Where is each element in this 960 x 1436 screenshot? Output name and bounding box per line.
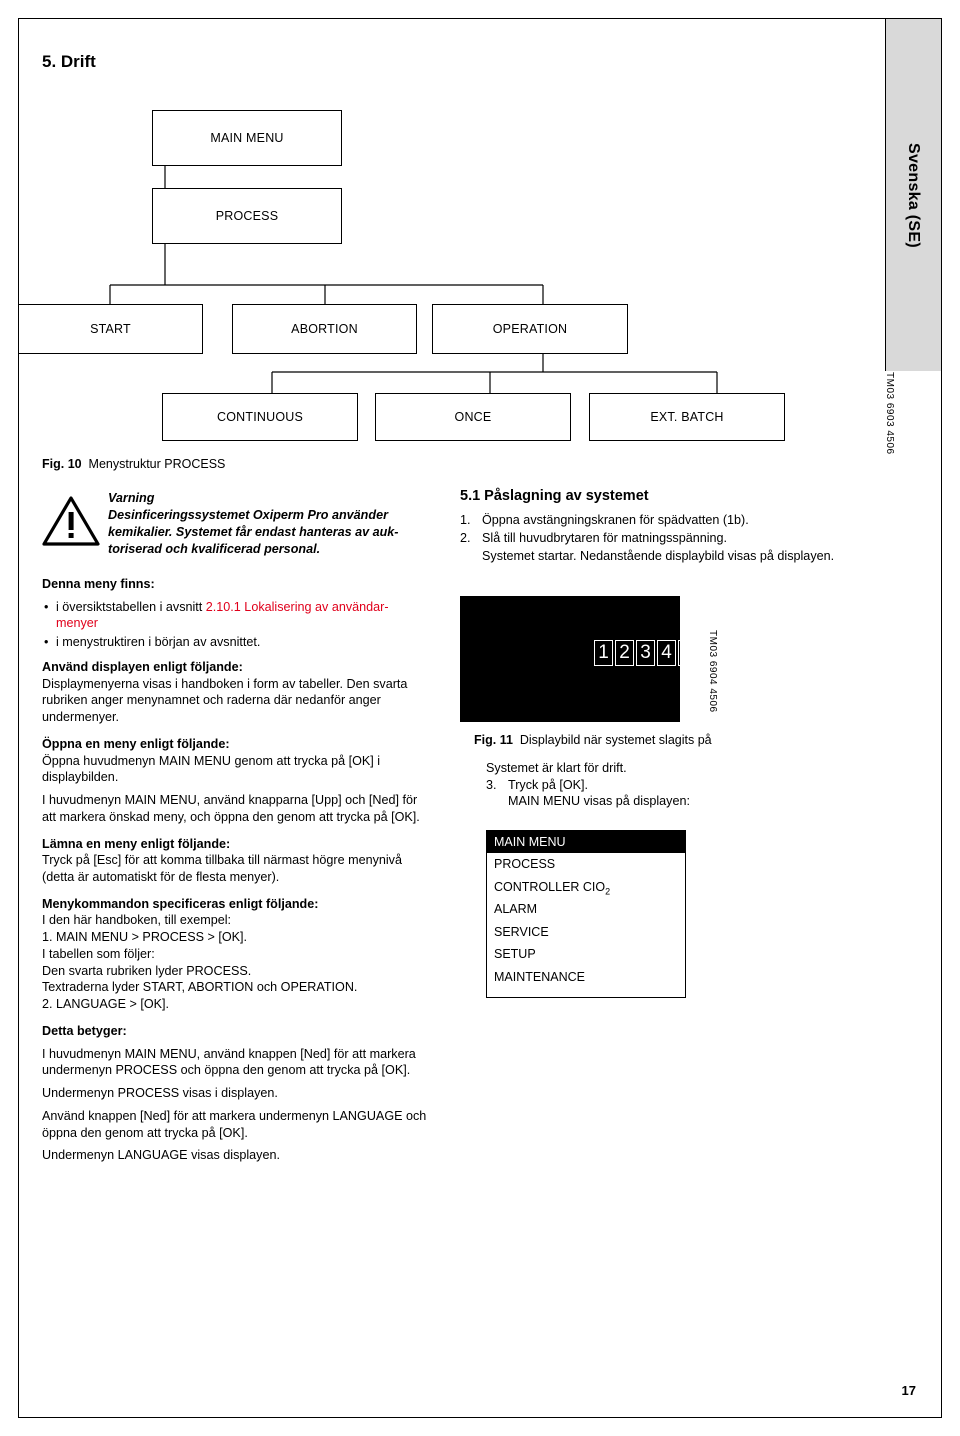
display-digit: 2 (615, 640, 634, 666)
diagram-tm-code: TM03 6903 4506 (884, 372, 895, 455)
ready-block: Systemet är klart för drift. 3. Tryck på… (486, 760, 886, 810)
this-means-text-2: Undermenyn PROCESS visas i displayen. (42, 1086, 278, 1101)
open-menu-text-1: Öppna huvudmenyn MAIN MENU genom att try… (42, 753, 381, 785)
main-menu-shown-text: MAIN MENU visas på displayen: (508, 794, 690, 809)
diagram-node-continuous: CONTINUOUS (162, 393, 358, 441)
menu-commands-intro: I den här handboken, till exempel: (42, 913, 232, 928)
diagram-node-abortion: ABORTION (232, 304, 417, 354)
bullet-1-reference: 2.10.1 Lokalisering av användar- (205, 599, 389, 614)
step-number: 1. (460, 513, 471, 528)
bullet-1-reference-cont: menyer (56, 616, 98, 631)
warning-block: Varning Desinficeringssystemet Oxiperm P… (42, 490, 432, 570)
step-number: 2. (460, 531, 471, 546)
list-item: 2. Slå till huvudbrytaren för matningsspä… (460, 530, 880, 547)
warning-line-3: kemikalier. Systemet får endast hanteras… (108, 525, 399, 539)
diagram-node-main-menu: MAIN MENU (152, 110, 342, 166)
menu-exists-heading: Denna meny finns: (42, 577, 155, 591)
step-number: 3. (486, 777, 497, 792)
figure-11-number: Fig. 11 (474, 733, 513, 747)
main-menu-item-controller: CONTROLLER CIO2 (487, 876, 685, 899)
menu-location-bullets: i översiktstabellen i avsnitt 2.10.1 Lok… (42, 599, 432, 651)
diagram-node-ext-batch: EXT. BATCH (589, 393, 785, 441)
bullet-1-pre: i översiktstabellen i avsnitt (56, 599, 206, 614)
diagram-node-abortion-label: ABORTION (291, 322, 358, 336)
this-means-text-4: Undermenyn LANGUAGE visas displayen. (42, 1148, 280, 1163)
list-item: i översiktstabellen i avsnitt 2.10.1 Lok… (42, 599, 432, 632)
diagram-node-once-label: ONCE (454, 410, 492, 424)
diagram-node-main-menu-label: MAIN MENU (210, 131, 284, 145)
figure-10-text: Menystruktur PROCESS (88, 457, 226, 471)
diagram-node-ext-batch-label: EXT. BATCH (650, 410, 724, 424)
table-follows-text: I tabellen som följer: (42, 946, 155, 961)
diagram-node-operation: OPERATION (432, 304, 628, 354)
display-digit-group: 1 2 3 4 5 (594, 640, 697, 666)
warning-title: Varning (108, 491, 155, 505)
black-heading-text: Den svarta rubriken lyder PROCESS. (42, 963, 252, 978)
display-digit: 1 (594, 640, 613, 666)
diagram-node-process-label: PROCESS (215, 209, 279, 223)
right-text-column: 5.1 Påslagning av systemet 1. Öppna avstä… (460, 487, 880, 564)
diagram-node-start: START (18, 304, 203, 354)
use-display-heading: Använd displayen enligt följande: (42, 659, 243, 674)
left-text-column: Varning Desinficeringssystemet Oxiperm P… (42, 490, 432, 1164)
page-number: 17 (901, 1383, 916, 1398)
display-digit: 3 (636, 640, 655, 666)
display-digit: 5 (678, 640, 697, 666)
diagram-node-process: PROCESS (152, 188, 342, 244)
this-means-heading: Detta betyger: (42, 1023, 127, 1038)
leave-menu-text: Tryck på [Esc] för att komma tillbaka ti… (42, 853, 402, 885)
diagram-node-continuous-label: CONTINUOUS (216, 410, 304, 424)
main-menu-item-service: SERVICE (494, 924, 549, 939)
step-text: Tryck på [OK]. (508, 777, 589, 792)
figure-11-caption: Fig. 11 Displaybild när systemet slagits… (474, 733, 712, 747)
diagram-node-start-label: START (90, 322, 131, 336)
section-5-1-heading: 5.1 Påslagning av systemet (460, 488, 649, 504)
open-menu-text-2: I huvudmenyn MAIN MENU, använd knapparna… (42, 793, 420, 824)
figure-10-caption: Fig. 10 Menystruktur PROCESS (42, 457, 225, 471)
list-item: 1. Öppna avstängningskranen för spädvatte… (460, 512, 880, 529)
menu-command-example-2: 2. LANGUAGE > [OK]. (42, 997, 170, 1012)
this-means-text-3: Använd knappen [Ned] för att markera und… (42, 1108, 427, 1140)
warning-triangle-icon (42, 496, 100, 546)
main-menu-item-process: PROCESS (494, 857, 556, 871)
main-menu-item-alarm: ALARM (494, 902, 538, 916)
diagram-node-operation-label: OPERATION (492, 322, 568, 336)
leave-menu-heading: Lämna en meny enligt följande: (42, 836, 231, 851)
startup-steps: 1. Öppna avstängningskranen för spädvatte… (460, 512, 880, 546)
this-means-text-1: I huvudmenyn MAIN MENU, använd knappen [… (42, 1046, 416, 1078)
figure-10-number: Fig. 10 (42, 457, 82, 471)
display-digit: 4 (657, 640, 676, 666)
list-item: i menystruktiren i början av avsnittet. (42, 634, 432, 651)
step-text: Öppna avstängningskranen för spädvatten … (482, 513, 749, 528)
after-steps-text: Systemet startar. Nedanstående displaybi… (482, 548, 835, 563)
warning-line-4: toriserad och kvalificerad personal. (108, 542, 321, 556)
use-display-text: Displaymenyerna visas i handboken i form… (42, 676, 408, 725)
step-text: Slå till huvudbrytaren för matningsspänn… (482, 531, 728, 546)
main-menu-item-maintenance: MAINTENANCE (494, 969, 585, 984)
main-menu-item-setup: SETUP (494, 947, 536, 961)
main-menu-item-controller-subscript: 2 (605, 886, 611, 896)
ready-text: Systemet är klart för drift. (486, 761, 627, 775)
step-3-row: 3. Tryck på [OK]. (486, 777, 886, 794)
warning-text: Varning Desinficeringssystemet Oxiperm P… (108, 490, 432, 558)
menu-commands-heading: Menykommandon specificeras enligt följan… (42, 896, 319, 911)
main-menu-item-controller-label: CONTROLLER CIO (494, 879, 606, 894)
figure-11-tm-code: TM03 6904 4506 (707, 630, 718, 713)
main-menu-display-header: MAIN MENU (487, 831, 685, 853)
page: Svenska (SE) 5. Drift MAIN MENU PROCESS (0, 0, 960, 1436)
diagram-node-once: ONCE (375, 393, 571, 441)
warning-line-2: Desinficeringssystemet Oxiperm Pro använ… (108, 508, 388, 522)
text-rows-text: Textraderna lyder START, ABORTION och OP… (42, 980, 358, 995)
open-menu-heading: Öppna en meny enligt följande: (42, 736, 230, 751)
menu-command-example-1: 1. MAIN MENU > PROCESS > [OK]. (42, 930, 248, 945)
menu-structure-diagram: MAIN MENU PROCESS START ABORTION OPERATI… (0, 0, 960, 471)
main-menu-display: MAIN MENU PROCESS CONTROLLER CIO2 ALARM … (486, 830, 686, 998)
figure-11-text: Displaybild när systemet slagits på (519, 733, 712, 747)
